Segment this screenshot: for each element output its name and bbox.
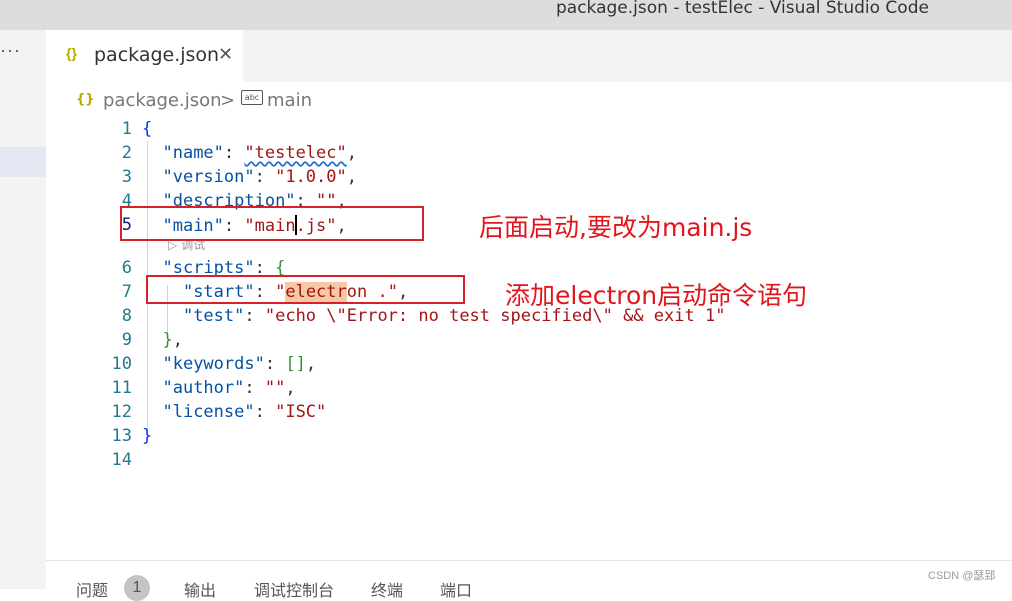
line-number: 11 [111,378,132,398]
code-line: "author": "", [162,378,296,398]
line-number: 9 [121,330,132,350]
line-number: 1 [121,119,132,139]
tab-strip: {} package.json ✕ [46,30,1012,82]
line-number: 6 [121,258,132,278]
code-editor[interactable]: 1 2 3 4 5 6 7 8 9 10 11 12 13 14 { "name… [46,117,1012,557]
activity-bar: ··· [0,30,46,589]
annotation-note-main: 后面启动,要改为main.js [479,213,753,242]
code-line: "keywords": [], [162,354,317,374]
breadcrumb-separator-icon: > [220,90,236,111]
json-file-icon: {} [76,92,95,107]
spelling-warning[interactable]: "testelec" [244,143,346,163]
more-actions-icon[interactable]: ··· [0,40,21,61]
breadcrumb-file[interactable]: package.json [103,90,222,111]
line-number: 10 [111,354,132,374]
code-line: { [142,119,153,139]
watermark: CSDN @瑟郅 [928,570,996,582]
code-line: } [142,426,153,446]
tab-terminal[interactable]: 终端 [371,577,403,601]
line-number: 14 [111,450,132,470]
tab-problems[interactable]: 问题 [76,577,108,601]
annotation-box-main [120,206,424,241]
code-line: "name": "testelec", [162,143,357,163]
panel-tabs: 问题 1 输出 调试控制台 终端 端口 [46,560,1012,601]
problems-count-badge: 1 [124,575,150,601]
tab-package-json[interactable]: {} package.json ✕ [46,30,243,82]
json-file-icon: {} [66,45,77,61]
activity-selected-item[interactable] [0,147,46,177]
window-title: package.json - testElec - Visual Studio … [556,0,929,18]
breadcrumb-symbol[interactable]: main [267,90,312,111]
tab-output[interactable]: 输出 [184,577,216,601]
string-symbol-icon: abc [241,90,263,105]
annotation-box-start [146,275,465,304]
close-icon[interactable]: ✕ [218,44,233,65]
line-number: 2 [121,143,132,163]
line-number: 3 [121,167,132,187]
title-bar: package.json - testElec - Visual Studio … [0,0,1012,30]
annotation-note-start: 添加electron启动命令语句 [505,281,808,310]
tab-debug-console[interactable]: 调试控制台 [254,577,334,601]
code-line: }, [162,330,183,350]
line-number: 12 [111,402,132,422]
line-number: 8 [121,306,132,326]
code-line: "license": "ISC" [162,402,327,422]
tab-label: package.json [94,44,220,66]
code-line: "version": "1.0.0", [162,167,357,187]
line-number: 7 [121,282,132,302]
line-number: 13 [111,426,132,446]
tab-ports[interactable]: 端口 [440,577,472,601]
